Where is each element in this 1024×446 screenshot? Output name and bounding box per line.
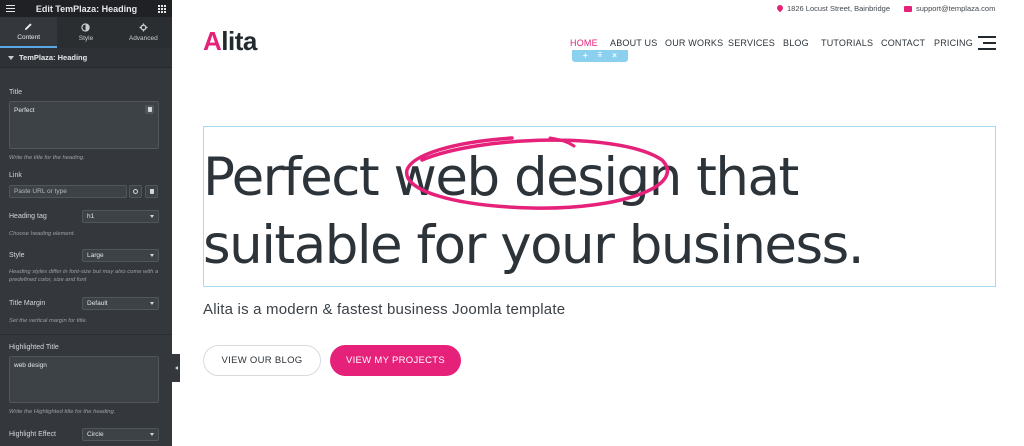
logo-first-letter: A [203, 26, 222, 56]
trash-icon [147, 187, 156, 196]
hamburger-icon[interactable] [6, 5, 15, 12]
heading-line-2: suitable for your business. [203, 215, 865, 276]
highlighted-title-value: web design [14, 362, 47, 369]
location-pin-icon [777, 5, 783, 13]
editor-panel: Edit TemPlaza: Heading Content Style Adv… [0, 0, 172, 446]
panel-collapse-button[interactable] [172, 354, 180, 382]
heading-suffix: that [680, 147, 799, 208]
nav-pricing[interactable]: PRICING [934, 38, 973, 48]
hero-subtitle: Alita is a modern & fastest business Joo… [203, 301, 566, 318]
section-heading-toggle[interactable]: TemPlaza: Heading [0, 48, 172, 68]
nav-blog[interactable]: BLOG [783, 38, 809, 48]
link-placeholder: Paste URL or type [14, 188, 67, 195]
caret-down-icon [8, 55, 14, 60]
email-text: support@templaza.com [916, 4, 996, 13]
drag-handle-icon[interactable]: ⠿ [598, 53, 602, 59]
editor-tabs: Content Style Advanced [0, 17, 172, 48]
highlight-effect-label: Highlight Effect [9, 431, 56, 438]
tab-content-label: Content [17, 34, 41, 41]
tab-content[interactable]: Content [0, 17, 58, 48]
pencil-icon [25, 23, 32, 31]
site-logo[interactable]: Alita [203, 26, 257, 57]
highlighted-title-textarea[interactable]: web design [9, 356, 159, 403]
topbar-address: 1826 Locust Street, Bainbridge [777, 4, 890, 13]
heading-prefix: Perfect [203, 147, 394, 208]
trash-icon[interactable] [145, 105, 154, 114]
title-margin-label: Title Margin [9, 300, 46, 307]
highlight-circle-mark [405, 136, 670, 210]
offcanvas-menu-icon[interactable] [978, 36, 996, 50]
nav-our-works[interactable]: OUR WORKS [665, 38, 723, 48]
widgets-grid-icon[interactable] [157, 4, 166, 13]
divider [0, 334, 172, 335]
section-edit-handle[interactable]: + ⠿ × [572, 50, 628, 62]
gear-icon [139, 23, 148, 32]
highlight-effect-value: Circle [87, 431, 104, 438]
nav-contact[interactable]: CONTACT [881, 38, 925, 48]
style-select[interactable]: Large [82, 249, 159, 262]
link-settings-button[interactable] [129, 185, 142, 198]
style-help: Heading styles differ in font-size but m… [9, 269, 159, 283]
nav-about-us[interactable]: ABOUT US [610, 38, 657, 48]
half-circle-icon [81, 23, 91, 32]
style-value: Large [87, 252, 104, 259]
topbar-email[interactable]: support@templaza.com [904, 4, 995, 13]
editor-title: Edit TemPlaza: Heading [35, 3, 138, 14]
style-label: Style [9, 252, 25, 259]
close-icon[interactable]: × [612, 52, 617, 60]
chevron-down-icon [150, 433, 154, 436]
nav-tutorials[interactable]: TUTORIALS [821, 38, 873, 48]
address-text: 1826 Locust Street, Bainbridge [787, 4, 890, 13]
logo-rest: lita [221, 26, 257, 56]
highlighted-title-label: Highlighted Title [9, 344, 59, 351]
heading-tag-label: Heading tag [9, 213, 47, 220]
gear-icon [133, 189, 138, 194]
tab-advanced-label: Advanced [128, 35, 158, 42]
highlighted-title-help: Write the Highlighted title for the head… [9, 409, 116, 415]
title-value: Perfect [14, 107, 35, 114]
section-title: TemPlaza: Heading [19, 53, 88, 62]
title-label: Title [9, 89, 22, 96]
chevron-left-icon [174, 366, 178, 370]
tab-style[interactable]: Style [57, 17, 114, 48]
title-margin-help: Set the vertical margin for title. [9, 318, 88, 324]
chevron-down-icon [150, 254, 154, 257]
nav-services[interactable]: SERVICES [728, 38, 775, 48]
chevron-down-icon [150, 302, 154, 305]
add-icon[interactable]: + [583, 52, 588, 60]
link-input[interactable]: Paste URL or type [9, 185, 127, 198]
heading-tag-value: h1 [87, 213, 95, 220]
tab-advanced[interactable]: Advanced [115, 17, 172, 48]
view-projects-button[interactable]: VIEW MY PROJECTS [330, 345, 461, 376]
nav-home[interactable]: HOME [570, 38, 598, 48]
title-margin-select[interactable]: Default [82, 297, 159, 310]
mail-icon [904, 5, 912, 12]
tab-style-label: Style [78, 35, 94, 42]
link-label: Link [9, 172, 22, 179]
heading-tag-select[interactable]: h1 [82, 210, 159, 223]
title-textarea[interactable]: Perfect [9, 101, 159, 149]
link-clear-button[interactable] [145, 185, 158, 198]
view-blog-button[interactable]: VIEW OUR BLOG [203, 345, 321, 376]
editor-header: Edit TemPlaza: Heading [0, 0, 172, 17]
title-help: Write the title for the heading. [9, 155, 85, 161]
chevron-down-icon [150, 215, 154, 218]
highlight-effect-select[interactable]: Circle [82, 428, 159, 441]
heading-tag-help: Choose heading element. [9, 231, 76, 237]
title-margin-value: Default [87, 300, 108, 307]
